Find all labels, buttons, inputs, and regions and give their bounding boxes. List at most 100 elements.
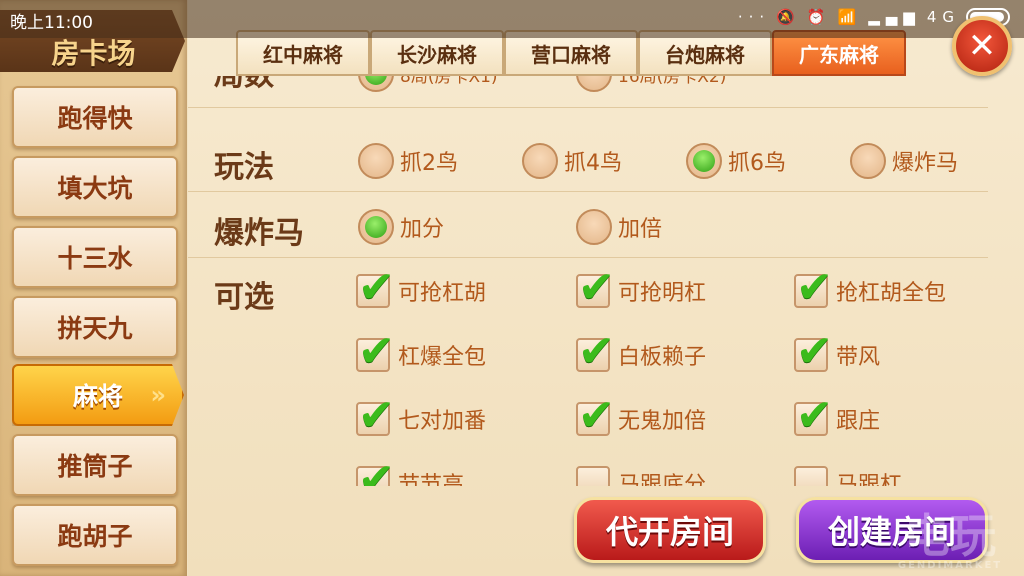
bomb-horse-label: 爆炸马 xyxy=(214,216,304,251)
sidebar-item-label: 跑胡子 xyxy=(57,522,133,551)
signal-icon: ▂▄▆ xyxy=(868,8,921,26)
option-label: 跟庄 xyxy=(836,409,881,434)
radio-button[interactable] xyxy=(358,143,394,179)
option-label: 抢杠胡全包 xyxy=(836,281,947,306)
sidebar-item-tuitongzi[interactable]: 推筒子 xyxy=(12,434,178,496)
play-mode-row: 玩法 抓2鸟 抓4鸟 抓6鸟 爆炸马 xyxy=(188,128,988,192)
watermark-sub: GENDIMARKET xyxy=(897,560,1003,571)
optional-daifeng[interactable]: 带风 xyxy=(794,326,881,377)
option-label: 可抢杠胡 xyxy=(398,281,487,306)
tab-label: 广东麻将 xyxy=(799,42,879,67)
alarm-icon: ⏰ xyxy=(806,8,832,26)
tab-label: 台炮麻将 xyxy=(665,42,745,67)
optional-qiangminggang[interactable]: 可抢明杠 xyxy=(576,262,707,313)
proxy-open-room-button[interactable]: 代开房间 xyxy=(574,497,766,563)
settings-scroll-area[interactable]: 局数 8局(房卡X1) 16局(房卡X2) 玩法 抓2鸟 抓4鸟 抓6鸟 爆炸马 xyxy=(188,76,1024,486)
sidebar-item-label: 推筒子 xyxy=(57,452,133,481)
radio-button[interactable] xyxy=(576,76,612,92)
option-label: 爆炸马 xyxy=(892,151,959,176)
play-mode-label: 玩法 xyxy=(214,150,274,185)
checkbox-checked[interactable] xyxy=(794,262,833,313)
optional-rules-row: 可选 可抢杠胡 可抢明杠 抢杠胡全包 杠爆全包 白板赖子 带风 七对加番 xyxy=(188,260,988,486)
checkbox-checked[interactable] xyxy=(356,454,395,486)
optional-rules-label: 可选 xyxy=(214,280,274,315)
checkbox-checked[interactable] xyxy=(576,326,615,377)
double-chevron-right-icon: » xyxy=(150,381,166,409)
rounds-option-16[interactable]: 16局(房卡X2) xyxy=(576,76,726,92)
checkbox-checked[interactable] xyxy=(794,390,833,441)
optional-magen-gang[interactable]: 马跟杠 xyxy=(794,466,902,486)
optional-qiangganghu[interactable]: 可抢杠胡 xyxy=(356,262,487,313)
option-label: 七对加番 xyxy=(398,409,487,434)
tab-label: 营口麻将 xyxy=(531,42,611,67)
play-option-zhua2[interactable]: 抓2鸟 xyxy=(358,143,458,179)
radio-button[interactable] xyxy=(850,143,886,179)
radio-button-selected[interactable] xyxy=(358,76,394,92)
sidebar-title: 房卡场 xyxy=(51,37,136,70)
sidebar-item-tiandakeng[interactable]: 填大坑 xyxy=(12,156,178,218)
checkbox-checked[interactable] xyxy=(356,262,395,313)
sidebar-item-paohuzi[interactable]: 跑胡子 xyxy=(12,504,178,566)
sidebar-item-label: 十三水 xyxy=(57,244,133,273)
checkbox[interactable] xyxy=(794,466,828,486)
checkbox-checked[interactable] xyxy=(356,326,395,377)
rounds-row: 局数 8局(房卡X1) 16局(房卡X2) xyxy=(188,76,988,108)
optional-qidui-jiafan[interactable]: 七对加番 xyxy=(356,390,487,441)
sidebar-item-label: 拼天九 xyxy=(57,314,133,343)
option-label: 抓4鸟 xyxy=(564,151,622,176)
bomb-option-double[interactable]: 加倍 xyxy=(576,209,662,245)
tab-label: 红中麻将 xyxy=(263,42,343,67)
close-button[interactable]: ✕ xyxy=(952,16,1012,76)
option-label: 8局(房卡X1) xyxy=(400,76,498,87)
radio-button[interactable] xyxy=(576,209,612,245)
signal-4g-icon: 4G xyxy=(926,8,960,26)
optional-genzhuang[interactable]: 跟庄 xyxy=(794,390,881,441)
checkbox-checked[interactable] xyxy=(356,390,395,441)
option-label: 无鬼加倍 xyxy=(618,409,707,434)
optional-baiban-laizi[interactable]: 白板赖子 xyxy=(576,326,706,377)
option-label: 带风 xyxy=(836,345,881,370)
option-label: 加分 xyxy=(400,217,445,242)
system-status-bar: 晚上11:00 ··· 🔕 ⏰ 📶 ▂▄▆ 4G xyxy=(0,0,1024,38)
sidebar-item-label: 麻将 xyxy=(72,382,123,411)
rounds-option-8[interactable]: 8局(房卡X1) xyxy=(358,76,498,92)
mute-icon: 🔕 xyxy=(776,8,801,26)
radio-button-selected[interactable] xyxy=(686,143,722,179)
radio-button[interactable] xyxy=(522,143,558,179)
bomb-horse-row: 爆炸马 加分 加倍 xyxy=(188,194,988,258)
sidebar-item-mahjong[interactable]: 麻将 » xyxy=(12,364,184,426)
optional-wugui-jiabei[interactable]: 无鬼加倍 xyxy=(576,390,707,441)
optional-magen-difen[interactable]: 马跟底分 xyxy=(576,466,706,486)
tab-label: 长沙麻将 xyxy=(397,42,477,67)
rounds-label: 局数 xyxy=(214,76,274,94)
checkbox-checked[interactable] xyxy=(794,326,833,377)
game-category-sidebar: 房卡场 跑得快 填大坑 十三水 拼天九 麻将 » 推筒子 跑胡子 xyxy=(0,0,187,576)
bomb-option-add-score[interactable]: 加分 xyxy=(358,209,444,245)
dots-icon: ··· xyxy=(737,8,771,26)
checkbox-checked[interactable] xyxy=(576,390,615,441)
option-label: 抓2鸟 xyxy=(400,151,458,176)
option-label: 杠爆全包 xyxy=(398,345,487,370)
optional-gangbao-quanbao[interactable]: 杠爆全包 xyxy=(356,326,487,377)
wifi-icon: 📶 xyxy=(837,8,863,26)
sidebar-item-paodekuai[interactable]: 跑得快 xyxy=(12,86,178,148)
option-label: 抓6鸟 xyxy=(728,151,786,176)
option-label: 可抢明杠 xyxy=(618,281,707,306)
play-option-baozhama[interactable]: 爆炸马 xyxy=(850,143,958,179)
checkbox-checked[interactable] xyxy=(576,262,615,313)
checkbox[interactable] xyxy=(576,466,610,486)
close-icon: ✕ xyxy=(967,26,997,66)
site-watermark: 电玩 GENDIMARKET xyxy=(880,500,1020,571)
sidebar-item-shisanshui[interactable]: 十三水 xyxy=(12,226,178,288)
play-option-zhua4[interactable]: 抓4鸟 xyxy=(522,143,622,179)
option-label: 节节高 xyxy=(398,473,465,486)
optional-qiangganghu-quanbao[interactable]: 抢杠胡全包 xyxy=(794,262,947,313)
optional-jiejiegao[interactable]: 节节高 xyxy=(356,454,465,486)
option-label: 加倍 xyxy=(618,217,663,242)
option-label: 马跟杠 xyxy=(836,473,903,486)
status-time: 晚上11:00 xyxy=(10,13,93,33)
radio-button-selected[interactable] xyxy=(358,209,394,245)
sidebar-item-label: 跑得快 xyxy=(57,104,133,133)
sidebar-item-pintianjiu[interactable]: 拼天九 xyxy=(12,296,178,358)
play-option-zhua6[interactable]: 抓6鸟 xyxy=(686,143,786,179)
